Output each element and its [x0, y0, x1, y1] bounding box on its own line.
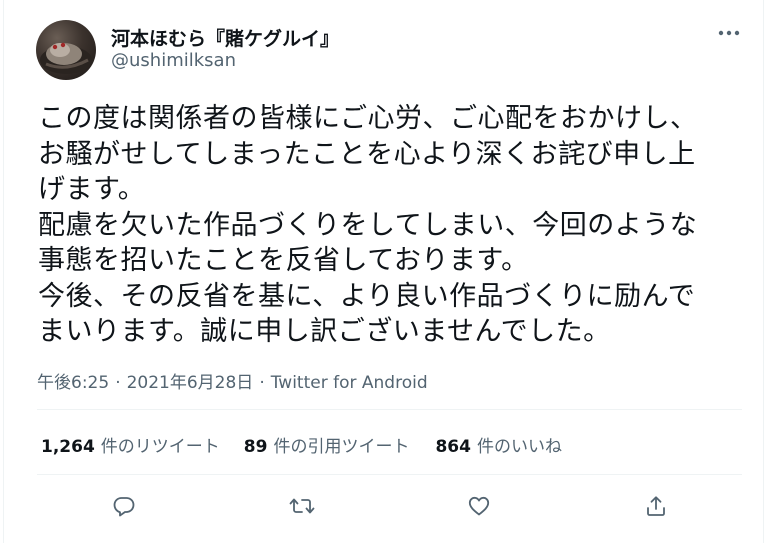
avatar[interactable] [36, 20, 96, 80]
tweet-time[interactable]: 午後6:25 [37, 373, 109, 393]
tweet-text-line: 事態を招いたことを反省しております。 [38, 245, 529, 276]
quote-count-label: 件の引用ツイート [273, 437, 410, 457]
retweet-button[interactable] [284, 488, 320, 524]
author-display-name[interactable]: 河本ほむら『賭ケグルイ』 [111, 24, 339, 51]
retweet-count-label: 件のリツイート [100, 437, 220, 457]
like-count-label: 件のいいね [476, 437, 562, 457]
tweet-text-line: この度は関係者の皆様にご心労、ご心配をおかけし、 [38, 103, 698, 134]
quote-count: 89 [243, 437, 268, 457]
meta-separator: · [259, 373, 265, 393]
like-count-link[interactable]: 864 件のいいね [435, 432, 562, 457]
tweet-meta: 午後6:25 · 2021年6月28日 · Twitter for Android [37, 368, 428, 393]
author-handle[interactable]: @ushimilksan [111, 50, 236, 71]
share-button[interactable] [638, 488, 674, 524]
tweet-stats: 1,264 件のリツイート 89 件の引用ツイート 864 件のいいね [41, 432, 562, 457]
quote-count-link[interactable]: 89 件の引用ツイート [244, 432, 410, 457]
retweet-icon [289, 498, 315, 514]
tweet-date[interactable]: 2021年6月28日 [127, 373, 254, 393]
reply-icon [113, 497, 135, 517]
like-count: 864 [435, 437, 471, 457]
more-horizontal-icon[interactable] [716, 23, 742, 43]
share-icon [647, 496, 665, 516]
tweet-text-line: げます。 [38, 174, 146, 205]
avatar-image [40, 42, 92, 74]
tweet-text-line: お騒がせしてしまったことを心より深くお詫び申し上 [38, 138, 696, 170]
meta-separator: · [115, 373, 121, 393]
heart-icon [468, 496, 490, 516]
action-bar [0, 488, 778, 524]
divider [37, 474, 742, 475]
card-right-edge [763, 0, 764, 543]
retweet-count-link[interactable]: 1,264 件のリツイート [41, 432, 220, 457]
reply-button[interactable] [106, 488, 142, 524]
tweet-text: この度は関係者の皆様にご心労、ご心配をおかけし、 お騒がせしてしまったことを心よ… [38, 101, 738, 350]
divider [37, 409, 742, 410]
tweet-text-line: 配慮を欠いた作品づくりをしてしまい、今回のような [38, 209, 698, 241]
like-button[interactable] [461, 488, 497, 524]
card-left-edge [3, 0, 4, 543]
retweet-count: 1,264 [41, 437, 95, 457]
tweet-source[interactable]: Twitter for Android [271, 373, 428, 393]
tweet-text-line: 今後、その反省を基に、より良い作品づくりに励んで [38, 280, 696, 312]
tweet-text-line: まいります。誠に申し訳ございませんでした。 [38, 316, 611, 347]
tweet-card: 河本ほむら『賭ケグルイ』 @ushimilksan この度は関係者の皆様にご心労… [0, 0, 778, 543]
